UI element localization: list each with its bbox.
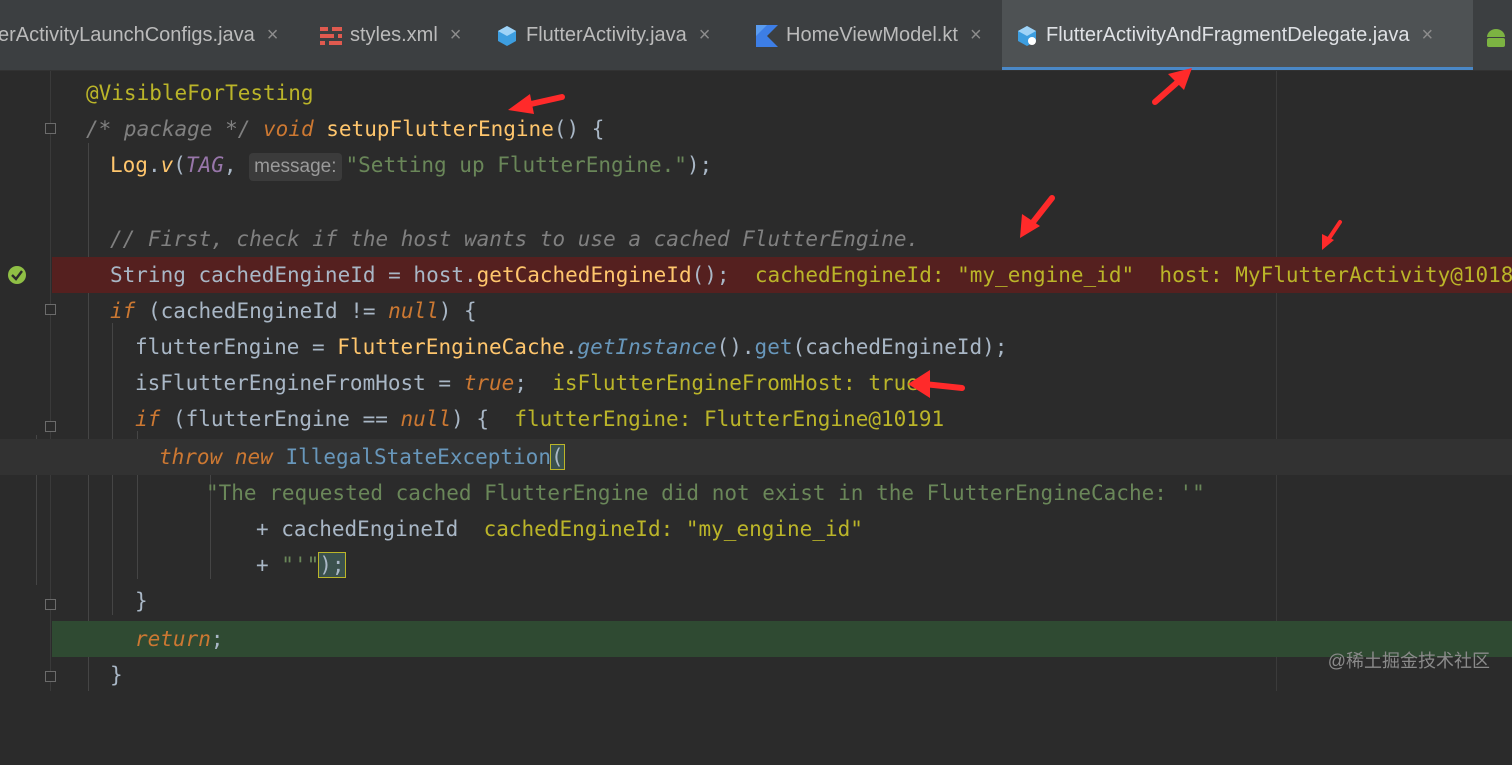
- arrow-icon: [908, 370, 965, 398]
- arrow-icon: [508, 94, 565, 114]
- arrow-icon: [1322, 220, 1342, 250]
- annotation-arrows: [508, 68, 1342, 398]
- arrow-icon: [1152, 68, 1192, 105]
- arrow-icon: [1020, 195, 1055, 238]
